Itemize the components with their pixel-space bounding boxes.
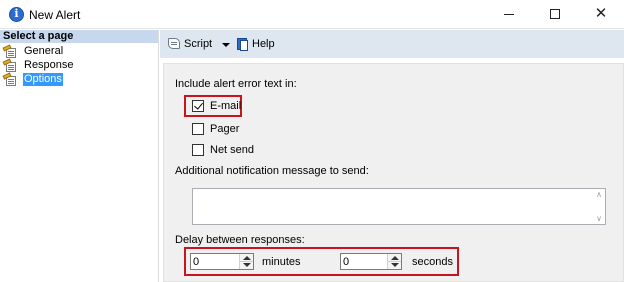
sidebar-item-label: Response — [24, 59, 74, 71]
page-selector-pane: Select a page General Response Options — [0, 30, 159, 282]
close-button[interactable]: ✕ — [578, 0, 624, 29]
sidebar-item-label: General — [24, 45, 64, 57]
info-icon — [9, 7, 24, 22]
script-label: Script — [184, 38, 213, 50]
toolbar: Script Help — [160, 30, 624, 58]
scroll-down-icon[interactable]: ∨ — [596, 214, 602, 223]
email-checkbox-label: E-mail — [210, 100, 242, 112]
sidebar-item-label: Options — [23, 73, 63, 86]
minutes-spinner[interactable]: 0 — [190, 253, 254, 270]
title-bar: New Alert ✕ — [0, 0, 624, 29]
additional-message-label: Additional notification message to send: — [175, 165, 369, 177]
minimize-button[interactable] — [486, 0, 532, 29]
spin-down-icon[interactable] — [391, 263, 399, 267]
options-panel: Include alert error text in: E-mail Page… — [160, 59, 624, 282]
window-title: New Alert — [29, 8, 81, 22]
pager-checkbox[interactable] — [192, 123, 204, 135]
options-frame: Include alert error text in: E-mail Page… — [163, 63, 624, 282]
net-send-checkbox[interactable] — [192, 144, 204, 156]
spin-up-icon[interactable] — [243, 256, 251, 260]
page-wrench-icon — [2, 58, 18, 72]
spin-down-icon[interactable] — [243, 263, 251, 267]
dropdown-arrow-icon[interactable] — [222, 43, 230, 47]
script-icon — [166, 37, 182, 51]
minimize-icon — [504, 14, 514, 16]
seconds-spinner[interactable]: 0 — [340, 253, 402, 270]
scroll-up-icon[interactable]: ∧ — [596, 190, 602, 199]
pager-checkbox-label: Pager — [210, 123, 240, 135]
minutes-value: 0 — [193, 256, 200, 268]
page-wrench-icon — [2, 72, 18, 86]
maximize-button[interactable] — [532, 0, 578, 29]
maximize-icon — [550, 8, 560, 19]
email-checkbox[interactable] — [192, 100, 204, 112]
select-page-header: Select a page — [0, 30, 158, 43]
help-book-icon — [236, 37, 250, 52]
seconds-label: seconds — [412, 256, 453, 268]
help-label: Help — [252, 38, 275, 50]
include-error-text-label: Include alert error text in: — [175, 78, 297, 90]
page-wrench-icon — [2, 44, 18, 58]
spin-up-icon[interactable] — [391, 256, 399, 260]
seconds-value: 0 — [343, 256, 350, 268]
minutes-label: minutes — [262, 256, 301, 268]
seconds-spin-buttons[interactable] — [387, 254, 401, 269]
net-send-checkbox-label: Net send — [210, 144, 255, 156]
additional-message-textarea[interactable]: ∧ ∨ — [192, 188, 606, 225]
delay-between-responses-label: Delay between responses: — [175, 234, 305, 246]
minutes-spin-buttons[interactable] — [239, 254, 253, 269]
